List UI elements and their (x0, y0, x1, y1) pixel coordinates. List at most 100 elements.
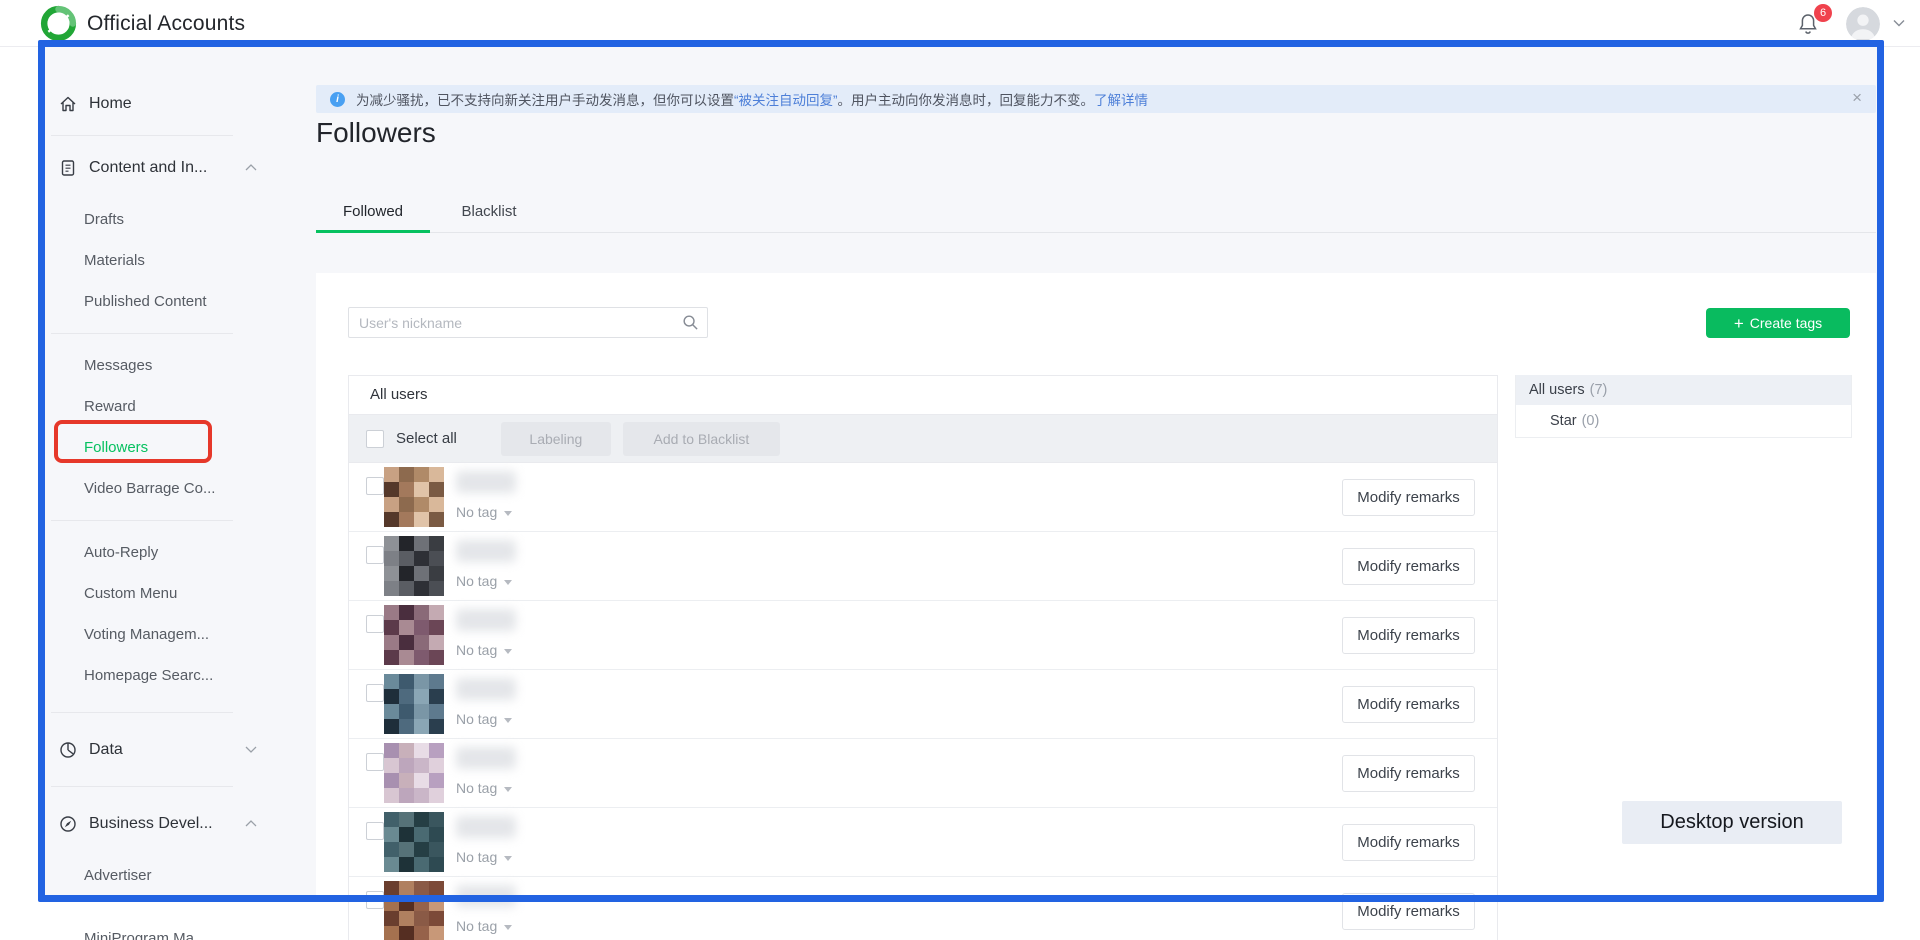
row-checkbox[interactable] (366, 891, 384, 909)
sidebar-item-drafts[interactable]: Drafts (45, 199, 300, 240)
notice-banner: i 为减少骚扰，已不支持向新关注用户手动发消息，但你可以设置“被关注自动回复”。… (316, 85, 1876, 113)
search-box (348, 307, 708, 338)
tag-dropdown[interactable]: No tag (456, 504, 516, 520)
sidebar-item-advertiser[interactable]: Advertiser (45, 855, 300, 896)
caret-down-icon (504, 511, 512, 516)
modify-remarks-button[interactable]: Modify remarks (1342, 893, 1475, 930)
tag-item-star[interactable]: Star (0) (1516, 405, 1851, 437)
chevron-down-icon (245, 746, 257, 753)
chevron-up-icon (245, 164, 257, 171)
tag-dropdown[interactable]: No tag (456, 711, 516, 727)
sidebar-item-video-barrage-co[interactable]: Video Barrage Co... (45, 468, 300, 509)
modify-remarks-button[interactable]: Modify remarks (1342, 686, 1475, 723)
tag-dropdown[interactable]: No tag (456, 849, 516, 865)
follower-row: No tag Modify remarks (349, 463, 1497, 532)
sidebar-item-miniprogram-ma[interactable]: MiniProgram Ma... (45, 918, 300, 940)
row-checkbox[interactable] (366, 822, 384, 840)
right-margin (1884, 47, 1920, 940)
user-info: No tag (456, 747, 516, 796)
close-icon[interactable]: × (1852, 88, 1862, 108)
search-icon[interactable] (682, 314, 699, 336)
follower-rows: No tag Modify remarks No tag Modify rema… (349, 463, 1497, 940)
official-accounts-logo[interactable]: Official Accounts (40, 5, 245, 42)
caret-down-icon (504, 580, 512, 585)
select-all-checkbox[interactable] (366, 430, 384, 448)
tag-dropdown[interactable]: No tag (456, 642, 516, 658)
modify-remarks-button[interactable]: Modify remarks (1342, 548, 1475, 585)
modify-remarks-button[interactable]: Modify remarks (1342, 824, 1475, 861)
user-avatar-blurred (384, 743, 444, 803)
modify-remarks-button[interactable]: Modify remarks (1342, 755, 1475, 792)
chevron-down-icon[interactable] (1892, 19, 1906, 28)
logo-text: Official Accounts (87, 12, 245, 36)
tag-item-all-users[interactable]: All users (7) (1516, 375, 1851, 405)
caret-down-icon (504, 925, 512, 930)
desktop-version-button[interactable]: Desktop version (1622, 801, 1842, 844)
auto-reply-link[interactable]: “被关注自动回复” (734, 93, 838, 108)
top-header: Official Accounts 6 (0, 0, 1920, 47)
sidebar-divider (51, 712, 233, 713)
page-title: Followers (316, 117, 436, 149)
sidebar-item-business-devel[interactable]: Business Devel... (45, 803, 300, 844)
tab-blacklist[interactable]: Blacklist (434, 193, 543, 233)
row-checkbox[interactable] (366, 615, 384, 633)
account-avatar[interactable] (1846, 7, 1880, 41)
sidebar-item-messages[interactable]: Messages (45, 345, 300, 386)
sidebar: Home Content and In... DraftsMaterialsPubl… (45, 47, 300, 940)
tab-followed[interactable]: Followed (316, 193, 430, 233)
sidebar-item-materials[interactable]: Materials (45, 240, 300, 281)
sidebar-item-followers[interactable]: Followers (45, 427, 300, 468)
sidebar-item-voting-managem[interactable]: Voting Managem... (45, 614, 300, 655)
sidebar-item-published-content[interactable]: Published Content (45, 281, 300, 322)
tag-dropdown[interactable]: No tag (456, 780, 516, 796)
row-checkbox[interactable] (366, 684, 384, 702)
sidebar-item-content-and-in[interactable]: Content and In... (45, 147, 300, 188)
plus-icon: + (1734, 315, 1744, 332)
caret-down-icon (504, 856, 512, 861)
sidebar-item-reward[interactable]: Reward (45, 386, 300, 427)
follower-row: No tag Modify remarks (349, 877, 1497, 940)
user-info: No tag (456, 471, 516, 520)
user-info: No tag (456, 540, 516, 589)
user-avatar-blurred (384, 881, 444, 940)
notifications-button[interactable]: 6 (1796, 11, 1822, 37)
main-content: i 为减少骚扰，已不支持向新关注用户手动发消息，但你可以设置“被关注自动回复”。… (316, 47, 1876, 940)
create-tags-button[interactable]: + Create tags (1706, 308, 1850, 338)
labeling-button[interactable]: Labeling (501, 422, 611, 456)
sidebar-item-auto-reply[interactable]: Auto-Reply (45, 532, 300, 573)
user-info: No tag (456, 678, 516, 727)
learn-more-link[interactable]: 了解详情 (1094, 93, 1148, 108)
chevron-up-icon (245, 820, 257, 827)
row-checkbox[interactable] (366, 477, 384, 495)
sidebar-item-homepage-searc[interactable]: Homepage Searc... (45, 655, 300, 696)
sidebar-item-data[interactable]: Data (45, 729, 300, 770)
search-input[interactable] (348, 307, 708, 338)
banner-text: 为减少骚扰，已不支持向新关注用户手动发消息，但你可以设置“被关注自动回复”。用户… (356, 89, 1148, 109)
follower-row: No tag Modify remarks (349, 532, 1497, 601)
sidebar-item-custom-menu[interactable]: Custom Menu (45, 573, 300, 614)
business-icon (58, 814, 78, 834)
user-avatar-blurred (384, 605, 444, 665)
user-info: No tag (456, 885, 516, 934)
user-avatar-blurred (384, 674, 444, 734)
sidebar-divider (51, 786, 233, 787)
user-info: No tag (456, 816, 516, 865)
followers-card: + Create tags All users Select all Label… (316, 273, 1876, 940)
tag-dropdown[interactable]: No tag (456, 918, 516, 934)
data-icon (58, 740, 78, 760)
modify-remarks-button[interactable]: Modify remarks (1342, 617, 1475, 654)
notification-badge: 6 (1814, 4, 1832, 22)
sidebar-item-home[interactable]: Home (45, 83, 300, 124)
caret-down-icon (504, 718, 512, 723)
row-checkbox[interactable] (366, 546, 384, 564)
user-nickname-blurred (456, 885, 516, 907)
tag-dropdown[interactable]: No tag (456, 573, 516, 589)
follower-row: No tag Modify remarks (349, 601, 1497, 670)
page: Official Accounts 6 (0, 0, 1920, 940)
content-icon (58, 158, 78, 178)
row-checkbox[interactable] (366, 753, 384, 771)
user-avatar-blurred (384, 812, 444, 872)
add-to-blacklist-button[interactable]: Add to Blacklist (623, 422, 780, 456)
wechat-swirl-icon (40, 5, 77, 42)
modify-remarks-button[interactable]: Modify remarks (1342, 479, 1475, 516)
